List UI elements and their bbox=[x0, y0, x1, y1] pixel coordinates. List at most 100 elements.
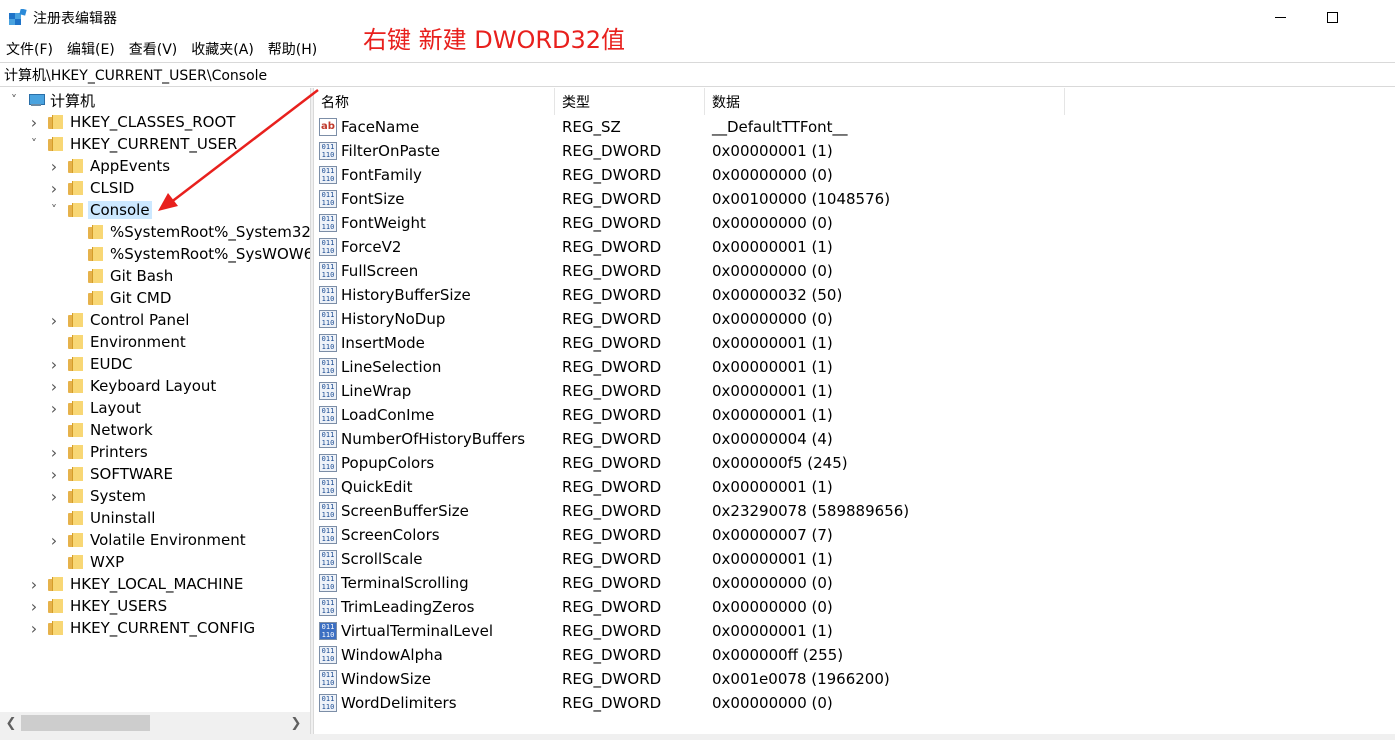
chevron-right-icon[interactable]: › bbox=[28, 573, 40, 595]
tree-item-label: Printers bbox=[90, 443, 148, 461]
tree-item[interactable]: %SystemRoot%_System32_ bbox=[68, 221, 310, 243]
column-header-name[interactable]: 名称 bbox=[314, 88, 555, 115]
value-data: 0x00000000 (0) bbox=[712, 310, 833, 328]
chevron-right-icon[interactable]: › bbox=[48, 375, 60, 397]
maximize-button[interactable] bbox=[1309, 0, 1355, 34]
tree-item[interactable]: Git Bash bbox=[68, 265, 175, 287]
tree-item[interactable]: Git CMD bbox=[68, 287, 173, 309]
tree-item[interactable]: Environment bbox=[48, 331, 188, 353]
menu-view[interactable]: 查看(V) bbox=[129, 39, 178, 59]
tree-item[interactable]: › HKEY_CLASSES_ROOT bbox=[28, 111, 237, 133]
tree-item[interactable]: %SystemRoot%_SysWOW6 bbox=[68, 243, 310, 265]
value-row[interactable]: ab FaceName REG_SZ __DefaultTTFont__ bbox=[314, 115, 1065, 139]
chevron-down-icon[interactable]: ˅ bbox=[8, 89, 20, 111]
value-row[interactable]: 011 110 InsertMode REG_DWORD 0x00000001 (1) bbox=[314, 331, 1065, 355]
chevron-right-icon[interactable]: › bbox=[48, 463, 60, 485]
value-row[interactable]: 011 110 PopupColors REG_DWORD 0x000000f5 (24… bbox=[314, 451, 1065, 475]
tree-item[interactable]: › Volatile Environment bbox=[48, 529, 248, 551]
tree-item[interactable]: ˅ Console bbox=[48, 199, 152, 221]
chevron-right-icon[interactable]: › bbox=[28, 595, 40, 617]
value-row[interactable]: 011 110 HistoryBufferSize REG_DWORD 0x000000… bbox=[314, 283, 1065, 307]
scroll-left-icon[interactable]: ❮ bbox=[2, 714, 20, 732]
value-row[interactable]: 011 110 HistoryNoDup REG_DWORD 0x00000000 (0… bbox=[314, 307, 1065, 331]
tree-item[interactable]: › CLSID bbox=[48, 177, 136, 199]
column-header-data[interactable]: 数据 bbox=[705, 88, 1065, 115]
tree-item[interactable]: › HKEY_LOCAL_MACHINE bbox=[28, 573, 245, 595]
tree-item-label: Keyboard Layout bbox=[90, 377, 217, 395]
tree-item[interactable]: ˅ 计算机 bbox=[8, 89, 97, 111]
tree-item-label: HKEY_USERS bbox=[70, 597, 168, 615]
value-type: REG_DWORD bbox=[562, 406, 662, 424]
value-data: 0x000000ff (255) bbox=[712, 646, 844, 664]
value-row[interactable]: 011 110 LoadConIme REG_DWORD 0x00000001 (1) bbox=[314, 403, 1065, 427]
tree-item[interactable]: › AppEvents bbox=[48, 155, 172, 177]
tree-item[interactable]: WXP bbox=[48, 551, 126, 573]
value-row[interactable]: 011 110 FullScreen REG_DWORD 0x00000000 (0) bbox=[314, 259, 1065, 283]
scrollbar-thumb[interactable] bbox=[21, 715, 150, 731]
tree-horizontal-scrollbar[interactable]: ❮ ❯ bbox=[0, 712, 310, 734]
value-row[interactable]: 011 110 WindowSize REG_DWORD 0x001e0078 (196… bbox=[314, 667, 1065, 691]
value-name-cell: 011 110 InsertMode bbox=[314, 334, 555, 352]
minimize-button[interactable] bbox=[1257, 0, 1303, 34]
value-row[interactable]: 011 110 WindowAlpha REG_DWORD 0x000000ff (25… bbox=[314, 643, 1065, 667]
binary-value-icon: 011 110 bbox=[319, 550, 337, 568]
column-header-type[interactable]: 类型 bbox=[555, 88, 705, 115]
value-name-cell: 011 110 ForceV2 bbox=[314, 238, 555, 256]
value-type: REG_DWORD bbox=[562, 166, 662, 184]
tree-item[interactable]: › HKEY_USERS bbox=[28, 595, 169, 617]
value-row[interactable]: 011 110 LineSelection REG_DWORD 0x00000001 (… bbox=[314, 355, 1065, 379]
tree-item[interactable]: › Layout bbox=[48, 397, 143, 419]
chevron-right-icon[interactable]: › bbox=[48, 485, 60, 507]
value-name-cell: 011 110 NumberOfHistoryBuffers bbox=[314, 430, 555, 448]
tree-item[interactable]: Uninstall bbox=[48, 507, 157, 529]
menu-favorites[interactable]: 收藏夹(A) bbox=[191, 39, 254, 59]
tree-item[interactable]: › EUDC bbox=[48, 353, 134, 375]
menu-help[interactable]: 帮助(H) bbox=[268, 39, 317, 59]
value-name: LoadConIme bbox=[341, 406, 435, 424]
chevron-down-icon[interactable]: ˅ bbox=[28, 133, 40, 155]
value-row[interactable]: 011 110 TerminalScrolling REG_DWORD 0x000000… bbox=[314, 571, 1065, 595]
chevron-right-icon[interactable]: › bbox=[48, 353, 60, 375]
chevron-right-icon[interactable]: › bbox=[48, 529, 60, 551]
value-row[interactable]: 011 110 QuickEdit REG_DWORD 0x00000001 (1) bbox=[314, 475, 1065, 499]
value-row[interactable]: 011 110 TrimLeadingZeros REG_DWORD 0x0000000… bbox=[314, 595, 1065, 619]
value-row[interactable]: 011 110 WordDelimiters REG_DWORD 0x00000000 … bbox=[314, 691, 1065, 715]
chevron-right-icon[interactable]: › bbox=[28, 617, 40, 639]
value-row[interactable]: 011 110 FontFamily REG_DWORD 0x00000000 (0) bbox=[314, 163, 1065, 187]
address-bar[interactable]: 计算机\HKEY_CURRENT_USER\Console bbox=[0, 62, 1395, 87]
value-row[interactable]: 011 110 LineWrap REG_DWORD 0x00000001 (1) bbox=[314, 379, 1065, 403]
value-row[interactable]: 011 110 FontWeight REG_DWORD 0x00000000 (0) bbox=[314, 211, 1065, 235]
value-row[interactable]: 011 110 ScreenBufferSize REG_DWORD 0x2329007… bbox=[314, 499, 1065, 523]
binary-value-icon: 011 110 bbox=[319, 142, 337, 160]
tree-item[interactable]: › Keyboard Layout bbox=[48, 375, 218, 397]
chevron-right-icon[interactable]: › bbox=[48, 177, 60, 199]
tree-item[interactable]: ˅ HKEY_CURRENT_USER bbox=[28, 133, 239, 155]
chevron-right-icon[interactable]: › bbox=[48, 309, 60, 331]
chevron-right-icon[interactable]: › bbox=[48, 155, 60, 177]
value-row[interactable]: 011 110 ScrollScale REG_DWORD 0x00000001 (1) bbox=[314, 547, 1065, 571]
tree-item[interactable]: › System bbox=[48, 485, 148, 507]
value-row[interactable]: 011 110 ScreenColors REG_DWORD 0x00000007 (7… bbox=[314, 523, 1065, 547]
tree-item[interactable]: › HKEY_CURRENT_CONFIG bbox=[28, 617, 257, 639]
tree-item[interactable]: › Control Panel bbox=[48, 309, 191, 331]
value-row[interactable]: 011 110 FilterOnPaste REG_DWORD 0x00000001 (… bbox=[314, 139, 1065, 163]
tree-item-label: 计算机 bbox=[50, 91, 96, 110]
value-row[interactable]: 011 110 NumberOfHistoryBuffers REG_DWORD 0x0… bbox=[314, 427, 1065, 451]
value-row[interactable]: 011 110 VirtualTerminalLevel REG_DWORD 0x000… bbox=[314, 619, 1065, 643]
tree-item[interactable]: Network bbox=[48, 419, 155, 441]
scroll-right-icon[interactable]: ❯ bbox=[287, 714, 305, 732]
chevron-right-icon[interactable]: › bbox=[48, 441, 60, 463]
menu-edit[interactable]: 编辑(E) bbox=[67, 39, 115, 59]
value-name: PopupColors bbox=[341, 454, 435, 472]
tree-item[interactable]: › SOFTWARE bbox=[48, 463, 175, 485]
value-row[interactable]: 011 110 ForceV2 REG_DWORD 0x00000001 (1) bbox=[314, 235, 1065, 259]
chevron-right-icon[interactable]: › bbox=[28, 111, 40, 133]
chevron-right-icon[interactable]: › bbox=[48, 397, 60, 419]
value-row[interactable]: 011 110 FontSize REG_DWORD 0x00100000 (10485… bbox=[314, 187, 1065, 211]
tree-item[interactable]: › Printers bbox=[48, 441, 150, 463]
tree-item-label: %SystemRoot%_System32_ bbox=[110, 223, 310, 241]
chevron-down-icon[interactable]: ˅ bbox=[48, 199, 60, 221]
value-data: 0x00000000 (0) bbox=[712, 214, 833, 232]
menu-file[interactable]: 文件(F) bbox=[6, 39, 53, 59]
binary-value-icon: 011 110 bbox=[319, 574, 337, 592]
